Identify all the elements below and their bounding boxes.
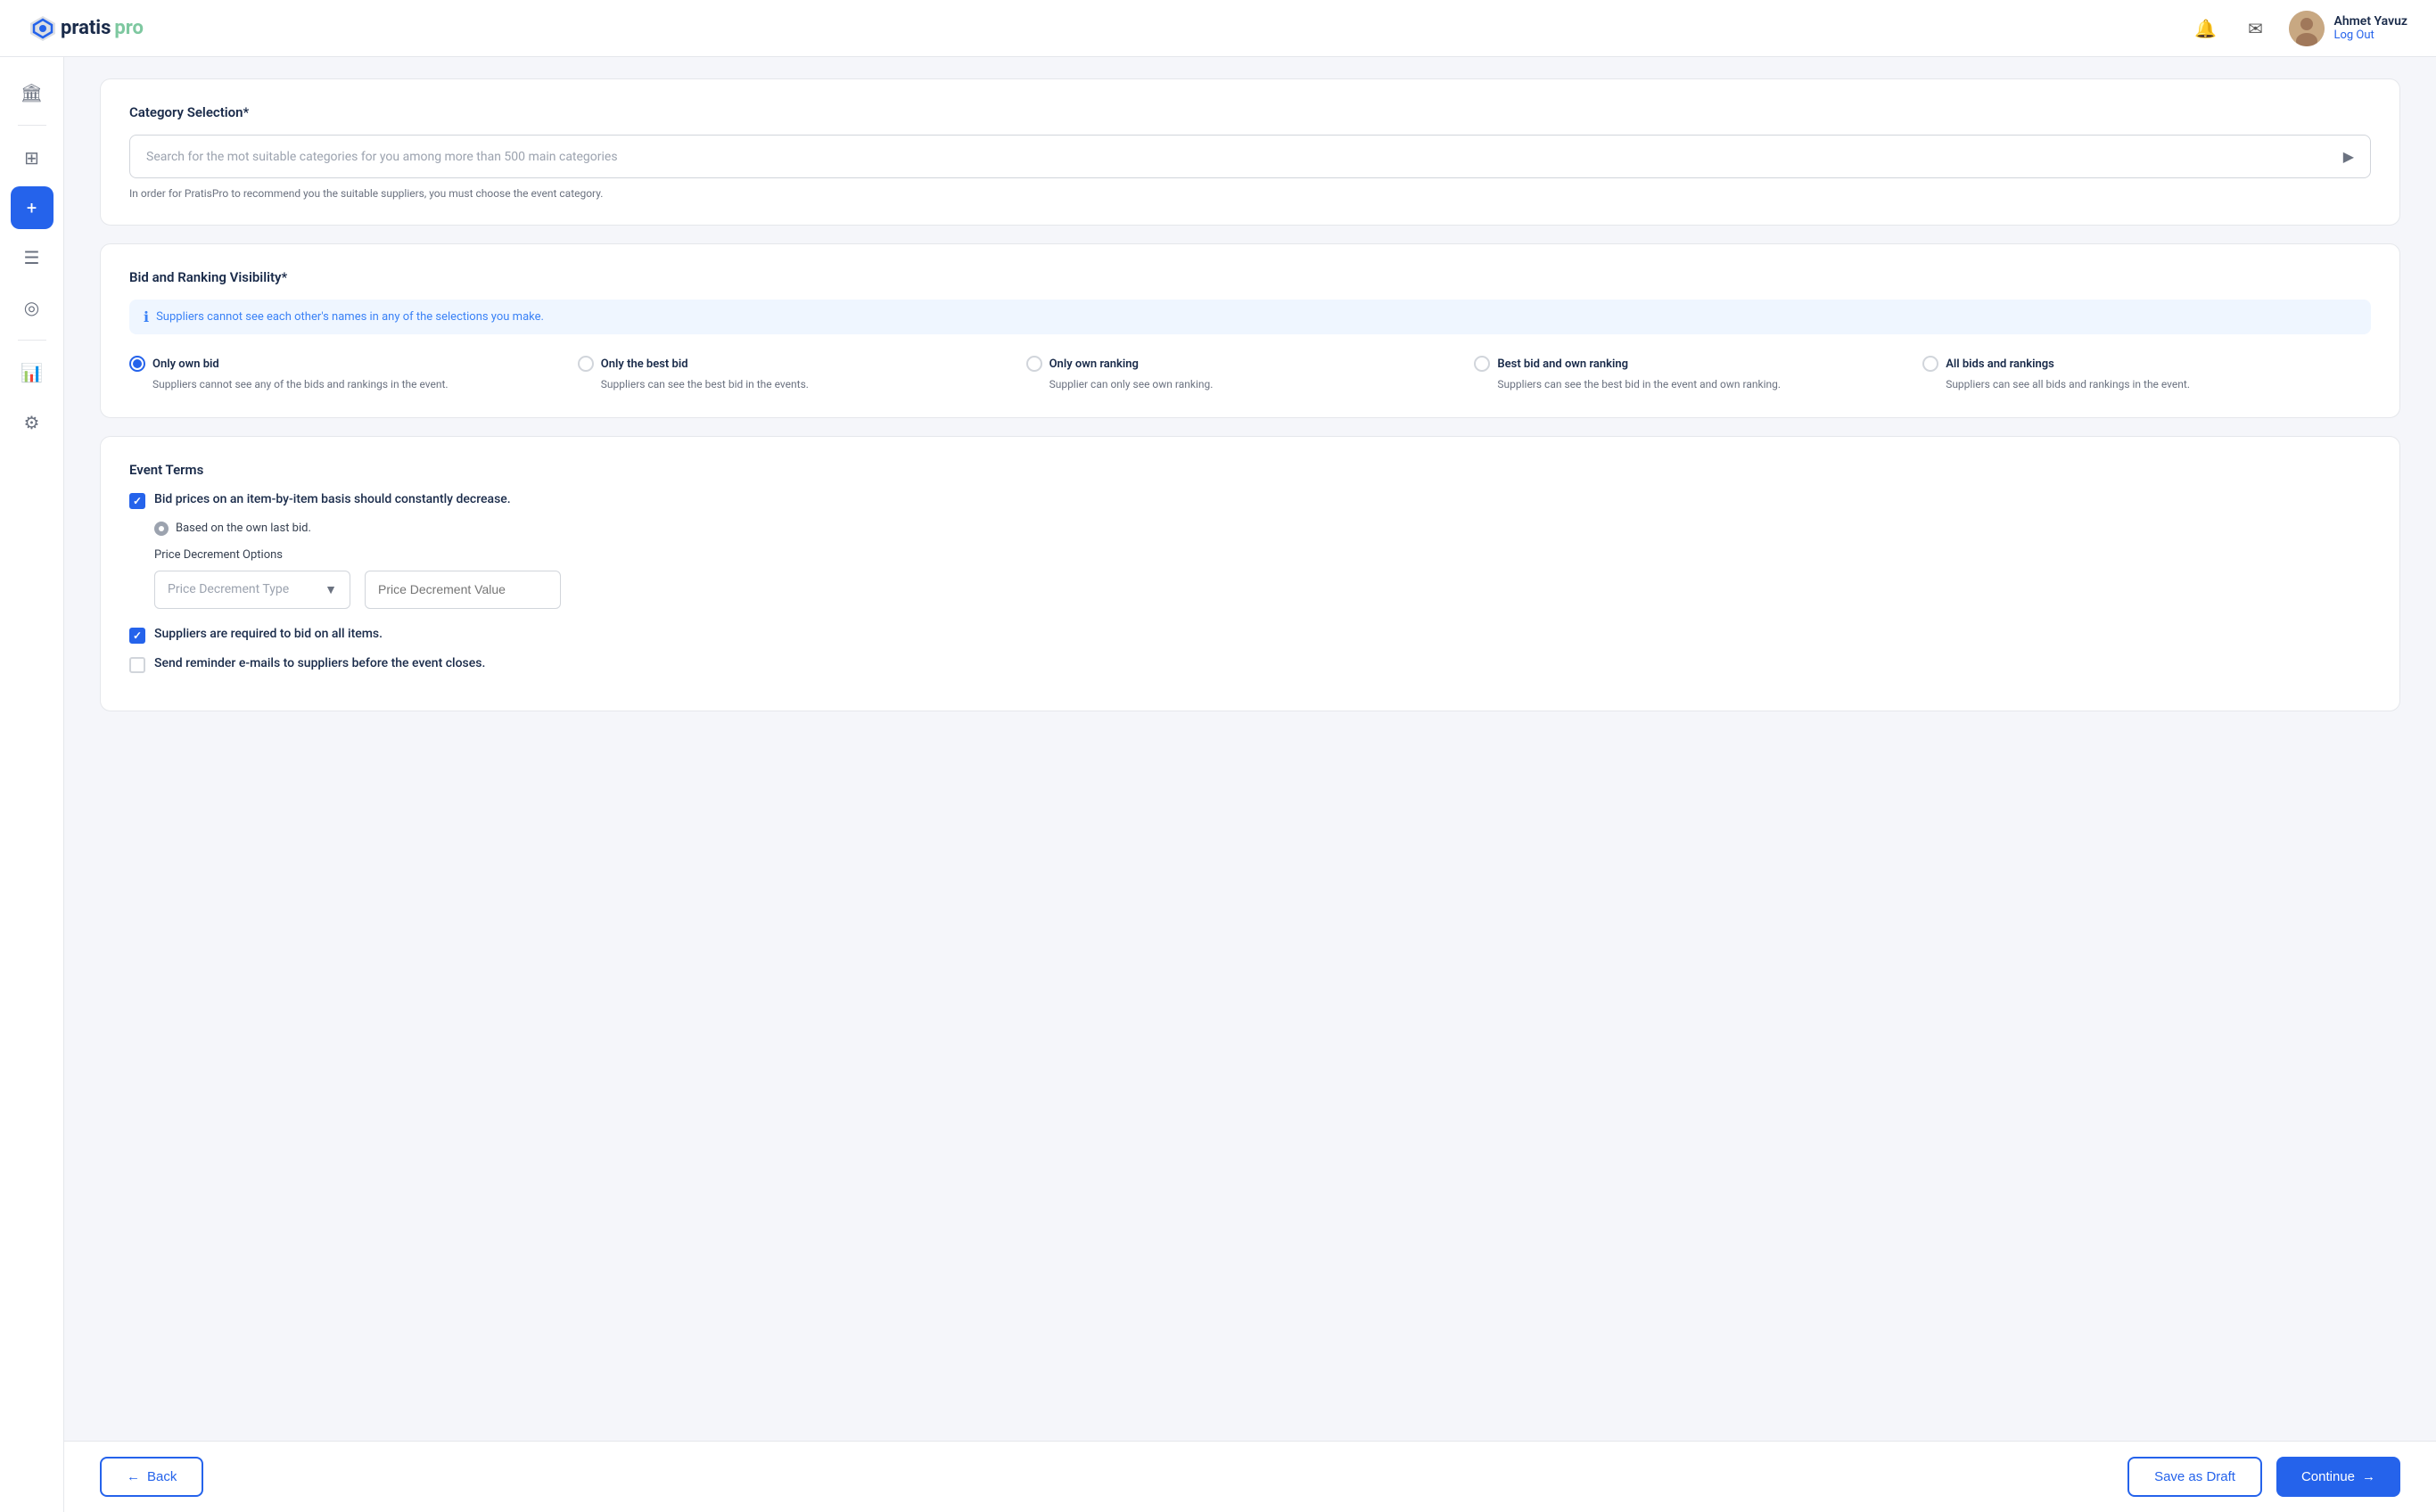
layout: 🏛 ⊞ + ☰ ◎ 📊 ⚙ Category Selection* Search… xyxy=(0,57,2436,1512)
logo-pratis: pratis xyxy=(61,17,111,39)
radio-option-only-own-ranking[interactable]: Only own ranking Supplier can only see o… xyxy=(1026,356,1475,392)
sidebar: 🏛 ⊞ + ☰ ◎ 📊 ⚙ xyxy=(0,57,64,1512)
event-terms-title: Event Terms xyxy=(129,462,2371,478)
price-decrement-label: Price Decrement Options xyxy=(154,548,2371,562)
logo-pro: pro xyxy=(114,17,144,39)
term2-checkbox[interactable] xyxy=(129,628,145,644)
term2-row: Suppliers are required to bid on all ite… xyxy=(129,627,2371,644)
logout-link[interactable]: Log Out xyxy=(2333,29,2407,42)
info-banner-text: Suppliers cannot see each other's names … xyxy=(156,310,544,324)
radio-only-own-ranking-label: Only own ranking xyxy=(1049,357,1139,371)
radio-only-best-bid-desc: Suppliers can see the best bid in the ev… xyxy=(578,377,1026,392)
radio-only-own-bid-label: Only own bid xyxy=(152,357,219,371)
radio-best-bid-own-ranking-circle[interactable] xyxy=(1474,356,1490,372)
select-arrow-icon: ▼ xyxy=(325,582,337,597)
header-right: 🔔 ✉ Ahmet Yavuz Log Out xyxy=(2189,11,2407,46)
user-info: Ahmet Yavuz Log Out xyxy=(2333,14,2407,42)
radio-only-own-bid-desc: Suppliers cannot see any of the bids and… xyxy=(129,377,578,392)
bid-visibility-options: Only own bid Suppliers cannot see any of… xyxy=(129,356,2371,392)
back-button[interactable]: ← Back xyxy=(100,1457,203,1497)
user-name: Ahmet Yavuz xyxy=(2333,14,2407,29)
notification-icon[interactable]: 🔔 xyxy=(2189,12,2221,45)
logo: pratis pro xyxy=(29,14,144,43)
main-content: Category Selection* Search for the mot s… xyxy=(64,57,2436,1512)
avatar xyxy=(2289,11,2325,46)
bid-visibility-card: Bid and Ranking Visibility* ℹ Suppliers … xyxy=(100,243,2400,418)
term3-checkbox[interactable] xyxy=(129,657,145,673)
radio-best-bid-own-ranking-desc: Suppliers can see the best bid in the ev… xyxy=(1474,377,1922,392)
sidebar-item-settings[interactable]: ⚙ xyxy=(11,401,53,444)
price-decrement-section: Price Decrement Options Price Decrement … xyxy=(154,548,2371,609)
radio-option-only-best-bid[interactable]: Only the best bid Suppliers can see the … xyxy=(578,356,1026,392)
radio-option-only-own-ranking-header: Only own ranking xyxy=(1026,356,1475,372)
radio-only-own-bid-circle[interactable] xyxy=(129,356,145,372)
radio-option-only-own-bid-header: Only own bid xyxy=(129,356,578,372)
sidebar-item-dashboard[interactable]: 🏛 xyxy=(11,71,53,114)
sidebar-divider-2 xyxy=(18,340,46,341)
radio-only-own-ranking-desc: Supplier can only see own ranking. xyxy=(1026,377,1475,392)
radio-option-best-bid-own-ranking-header: Best bid and own ranking xyxy=(1474,356,1922,372)
radio-all-bids-rankings-desc: Suppliers can see all bids and rankings … xyxy=(1922,377,2371,392)
footer-right: Save as Draft Continue → xyxy=(2127,1457,2400,1497)
radio-option-only-best-bid-header: Only the best bid xyxy=(578,356,1026,372)
term3-label: Send reminder e-mails to suppliers befor… xyxy=(154,656,485,670)
user-profile: Ahmet Yavuz Log Out xyxy=(2289,11,2407,46)
continue-arrow-icon: → xyxy=(2362,1469,2375,1484)
radio-option-all-bids-rankings-header: All bids and rankings xyxy=(1922,356,2371,372)
radio-best-bid-own-ranking-label: Best bid and own ranking xyxy=(1497,357,1628,371)
price-decrement-inputs: Price Decrement Type ▼ xyxy=(154,571,2371,609)
category-search-arrow-icon: ▶ xyxy=(2343,148,2354,165)
term1-label: Bid prices on an item-by-item basis shou… xyxy=(154,492,511,506)
term1-row: Bid prices on an item-by-item basis shou… xyxy=(129,492,2371,509)
sidebar-item-chart[interactable]: 📊 xyxy=(11,351,53,394)
category-section-card: Category Selection* Search for the mot s… xyxy=(100,78,2400,226)
category-search-box[interactable]: Search for the mot suitable categories f… xyxy=(129,135,2371,178)
sub-radio-row: Based on the own last bid. xyxy=(154,522,2371,536)
radio-option-all-bids-rankings[interactable]: All bids and rankings Suppliers can see … xyxy=(1922,356,2371,392)
sub-radio-label: Based on the own last bid. xyxy=(176,522,311,535)
sidebar-divider-1 xyxy=(18,125,46,126)
price-decrement-type-select[interactable]: Price Decrement Type ▼ xyxy=(154,571,350,609)
back-label: Back xyxy=(147,1469,177,1484)
category-search-placeholder: Search for the mot suitable categories f… xyxy=(146,150,618,164)
radio-only-own-ranking-circle[interactable] xyxy=(1026,356,1042,372)
radio-only-best-bid-circle[interactable] xyxy=(578,356,594,372)
sidebar-item-list[interactable]: ☰ xyxy=(11,236,53,279)
radio-option-best-bid-own-ranking[interactable]: Best bid and own ranking Suppliers can s… xyxy=(1474,356,1922,392)
header: pratis pro 🔔 ✉ Ahmet Yavuz Log Out xyxy=(0,0,2436,57)
sub-radio-own-last-bid[interactable] xyxy=(154,522,169,536)
term3-row: Send reminder e-mails to suppliers befor… xyxy=(129,656,2371,673)
save-as-draft-button[interactable]: Save as Draft xyxy=(2127,1457,2262,1497)
bid-visibility-title: Bid and Ranking Visibility* xyxy=(129,269,2371,285)
info-icon: ℹ xyxy=(144,308,149,325)
message-icon[interactable]: ✉ xyxy=(2239,12,2271,45)
back-arrow-icon: ← xyxy=(127,1469,140,1484)
event-terms-card: Event Terms Bid prices on an item-by-ite… xyxy=(100,436,2400,711)
price-decrement-value-input[interactable] xyxy=(365,571,561,609)
radio-only-best-bid-label: Only the best bid xyxy=(601,357,688,371)
radio-all-bids-rankings-label: All bids and rankings xyxy=(1946,357,2054,371)
bid-visibility-info-banner: ℹ Suppliers cannot see each other's name… xyxy=(129,300,2371,334)
radio-all-bids-rankings-circle[interactable] xyxy=(1922,356,1938,372)
category-search-hint: In order for PratisPro to recommend you … xyxy=(129,187,2371,200)
term1-checkbox[interactable] xyxy=(129,493,145,509)
continue-label: Continue xyxy=(2301,1469,2355,1484)
continue-button[interactable]: Continue → xyxy=(2276,1457,2400,1497)
sidebar-item-cube[interactable]: ◎ xyxy=(11,286,53,329)
sidebar-item-grid[interactable]: ⊞ xyxy=(11,136,53,179)
category-section-title: Category Selection* xyxy=(129,104,2371,120)
sub-options: Based on the own last bid. xyxy=(154,522,2371,536)
footer: ← Back Save as Draft Continue → xyxy=(64,1441,2436,1512)
price-decrement-type-placeholder: Price Decrement Type xyxy=(168,582,289,596)
radio-option-only-own-bid[interactable]: Only own bid Suppliers cannot see any of… xyxy=(129,356,578,392)
sidebar-item-add[interactable]: + xyxy=(11,186,53,229)
term2-label: Suppliers are required to bid on all ite… xyxy=(154,627,383,641)
